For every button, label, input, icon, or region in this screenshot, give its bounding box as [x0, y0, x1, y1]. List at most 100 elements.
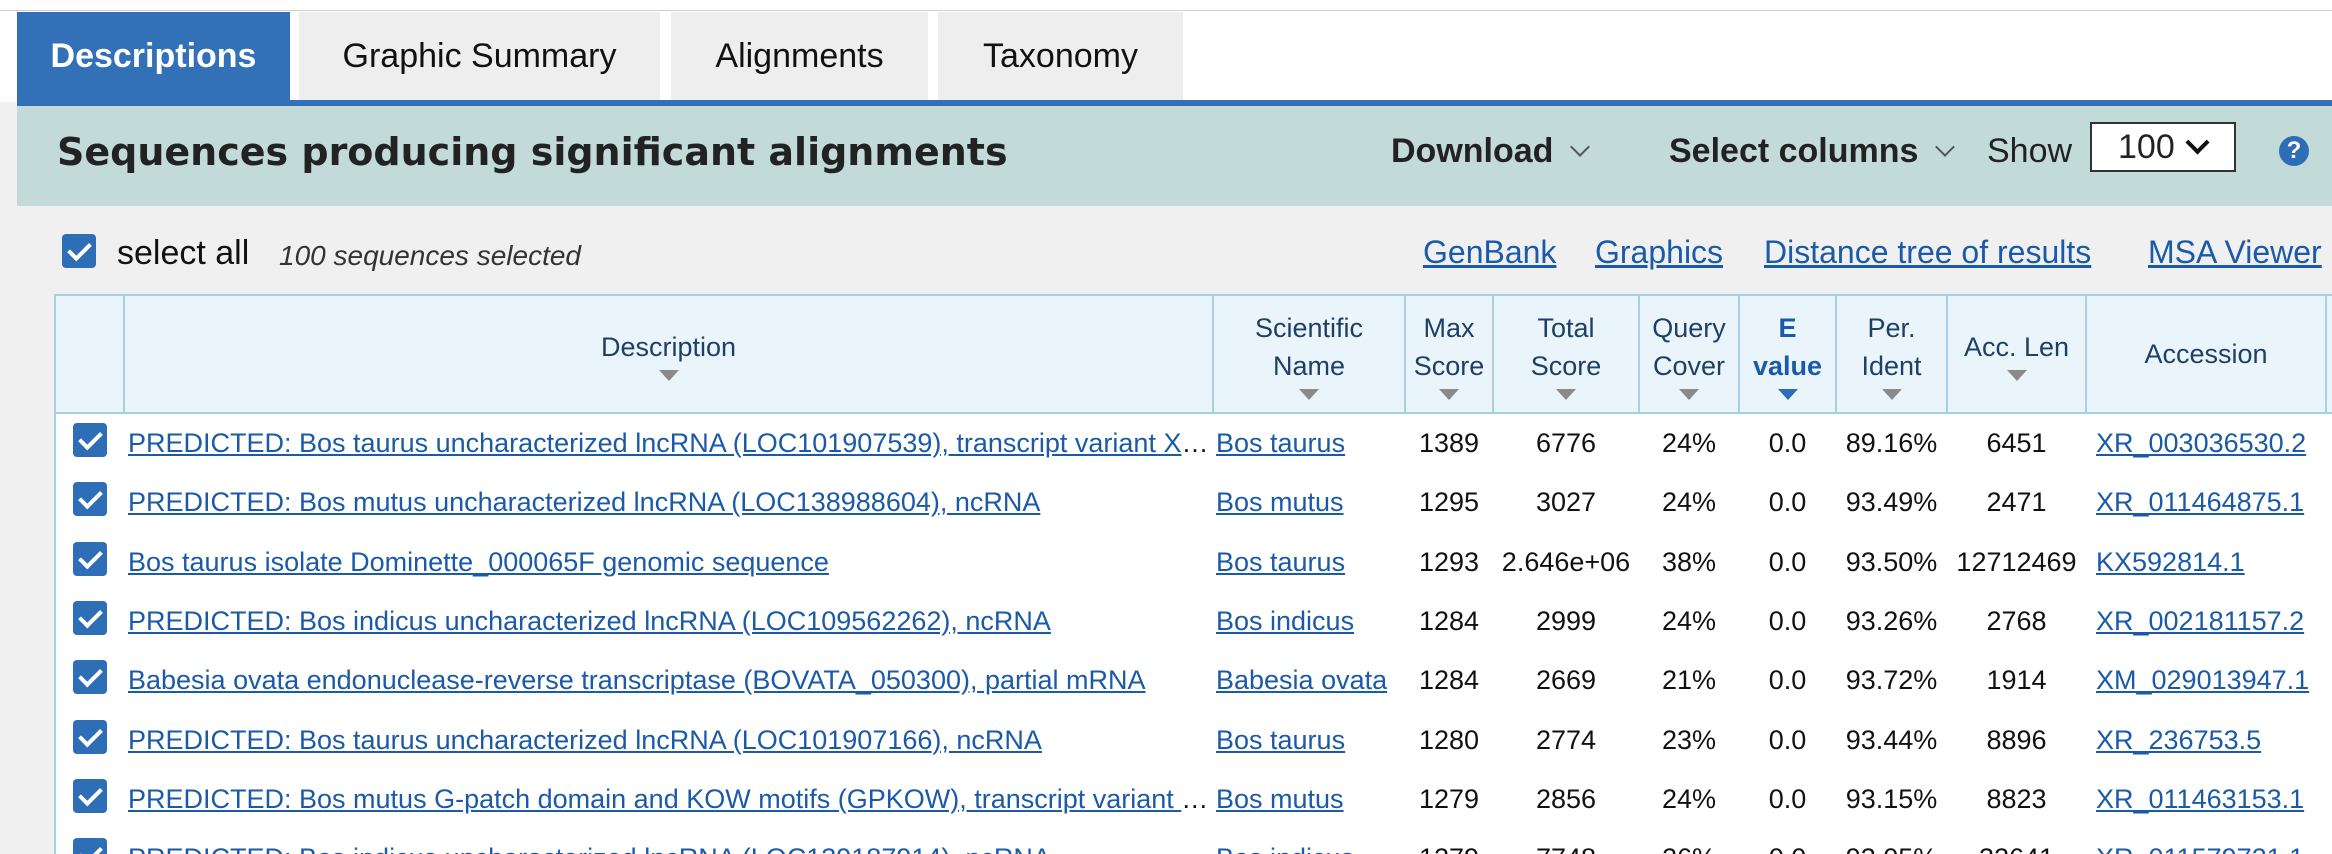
- table-header-row: Description Scientific Name Max Score Tota…: [56, 296, 2332, 414]
- per-ident-cell: 89.16%: [1845, 428, 1938, 459]
- scientific-name-link[interactable]: Bos taurus: [1216, 725, 1345, 755]
- tab-descriptions[interactable]: Descriptions: [17, 12, 290, 101]
- query-cover-cell: 24%: [1661, 428, 1717, 459]
- accession-link[interactable]: XR_011579721.1: [2096, 843, 2304, 854]
- header-cover-label-2: Cover: [1652, 350, 1726, 381]
- scientific-name-link[interactable]: Babesia ovata: [1216, 665, 1387, 695]
- acc-len-cell: 2471: [1986, 487, 2047, 518]
- scientific-name-link[interactable]: Bos mutus: [1216, 784, 1344, 814]
- header-query-cover[interactable]: Query Cover: [1639, 296, 1740, 414]
- query-cover-cell: 24%: [1661, 783, 1717, 814]
- graphics-link[interactable]: Graphics: [1595, 234, 1723, 271]
- tab-descriptions-label: Descriptions: [50, 37, 257, 75]
- row-checkbox[interactable]: [73, 719, 107, 754]
- table-row: PREDICTED: Bos indicus uncharacterized l…: [56, 592, 2332, 651]
- accession-cell: XR_011463153.1: [2086, 770, 2326, 829]
- table-row: PREDICTED: Bos taurus uncharacterized ln…: [56, 413, 2332, 473]
- header-total-score[interactable]: Total Score: [1493, 296, 1640, 414]
- spacer-cell: [2326, 592, 2332, 651]
- header-acc-len[interactable]: Acc. Len: [1947, 296, 2087, 414]
- header-per-ident[interactable]: Per. Ident: [1836, 296, 1948, 414]
- accession-link[interactable]: XR_236753.5: [2096, 725, 2261, 755]
- genbank-link[interactable]: GenBank: [1423, 234, 1556, 271]
- select-columns-label: Select columns: [1669, 132, 1919, 170]
- acc-len-cell: 2768: [1986, 606, 2047, 637]
- msa-viewer-link[interactable]: MSA Viewer: [2148, 234, 2322, 271]
- show-label: Show: [1987, 132, 2073, 170]
- query-cover-cell: 21%: [1661, 665, 1717, 696]
- description-link[interactable]: Bos taurus isolate Dominette_000065F gen…: [128, 547, 829, 577]
- tab-graphic-summary[interactable]: Graphic Summary: [299, 12, 660, 101]
- description-link[interactable]: Babesia ovata endonuclease-reverse trans…: [128, 665, 1146, 695]
- header-scientific-name[interactable]: Scientific Name: [1213, 296, 1406, 414]
- accession-link[interactable]: XM_029013947.1: [2096, 665, 2309, 695]
- sort-arrow-icon: [1556, 388, 1576, 400]
- accession-link[interactable]: XR_011463153.1: [2096, 784, 2304, 814]
- tab-alignments-label: Alignments: [715, 37, 884, 75]
- row-checkbox[interactable]: [73, 482, 107, 517]
- select-columns-dropdown[interactable]: Select columns: [1669, 132, 1956, 171]
- select-all-checkbox[interactable]: [62, 234, 96, 268]
- sort-arrow-icon: [1679, 388, 1699, 400]
- spacer-cell: [2326, 710, 2332, 769]
- description-link[interactable]: PREDICTED: Bos indicus uncharacterized l…: [128, 606, 1051, 636]
- scientific-name-link[interactable]: Bos taurus: [1216, 428, 1345, 458]
- row-checkbox[interactable]: [73, 423, 107, 458]
- accession-cell: KX592814.1: [2086, 533, 2326, 592]
- accession-link[interactable]: XR_011464875.1: [2096, 487, 2304, 517]
- e-value-cell: 0.0: [1768, 546, 1807, 577]
- tab-alignments[interactable]: Alignments: [671, 12, 928, 101]
- sort-arrow-icon: [2006, 369, 2027, 381]
- scientific-name-link[interactable]: Bos indicus: [1216, 843, 1354, 854]
- scientific-name-link[interactable]: Bos taurus: [1216, 547, 1345, 577]
- accession-link[interactable]: XR_003036530.2: [2096, 428, 2306, 458]
- tab-taxonomy[interactable]: Taxonomy: [938, 12, 1183, 101]
- header-max-score[interactable]: Max Score: [1405, 296, 1494, 414]
- row-checkbox[interactable]: [73, 601, 107, 636]
- results-toolbar: Sequences producing significant alignmen…: [17, 106, 2332, 206]
- row-checkbox[interactable]: [73, 778, 107, 813]
- description-link[interactable]: PREDICTED: Bos mutus uncharacterized lnc…: [128, 487, 1040, 517]
- help-icon[interactable]: ?: [2279, 136, 2309, 166]
- scientific-name-link[interactable]: Bos indicus: [1216, 606, 1354, 636]
- description-link[interactable]: PREDICTED: Bos mutus G-patch domain and …: [128, 784, 1213, 814]
- e-value-cell: 0.0: [1768, 783, 1807, 814]
- description-cell: PREDICTED: Bos mutus G-patch domain and …: [124, 770, 1213, 829]
- row-checkbox[interactable]: [73, 541, 107, 576]
- row-checkbox-cell: [56, 651, 124, 710]
- total-score-cell: 3027: [1535, 487, 1597, 518]
- results-table-container: Description Scientific Name Max Score Tota…: [54, 294, 2332, 854]
- scientific-name-cell: Bos taurus: [1213, 710, 1405, 769]
- query-cover-cell: 23%: [1661, 724, 1717, 755]
- header-e-value[interactable]: Evalue: [1739, 296, 1837, 414]
- max-score-cell: 1280: [1418, 724, 1480, 755]
- e-value-cell: 0.0: [1768, 428, 1807, 459]
- accession-link[interactable]: KX592814.1: [2096, 547, 2245, 577]
- row-checkbox-cell: [56, 710, 124, 769]
- header-accession[interactable]: Accession: [2086, 296, 2327, 414]
- accession-link[interactable]: XR_002181157.2: [2096, 606, 2304, 636]
- description-link[interactable]: PREDICTED: Bos taurus uncharacterized ln…: [128, 428, 1213, 458]
- row-checkbox-cell: [56, 533, 124, 592]
- scientific-name-cell: Babesia ovata: [1213, 651, 1405, 710]
- download-dropdown[interactable]: Download: [1391, 132, 1591, 171]
- accession-cell: XR_011579721.1: [2086, 829, 2326, 854]
- header-cover-label-1: Query: [1652, 312, 1726, 343]
- table-row: PREDICTED: Bos indicus uncharacterized l…: [56, 829, 2332, 854]
- description-link[interactable]: PREDICTED: Bos taurus uncharacterized ln…: [128, 725, 1042, 755]
- e-value-cell: 0.0: [1768, 606, 1807, 637]
- description-cell: Babesia ovata endonuclease-reverse trans…: [124, 651, 1213, 710]
- show-count-select[interactable]: 100: [2090, 122, 2236, 172]
- description-link[interactable]: PREDICTED: Bos indicus uncharacterized l…: [128, 843, 1051, 854]
- header-description[interactable]: Description: [124, 296, 1214, 414]
- description-cell: PREDICTED: Bos indicus uncharacterized l…: [124, 592, 1213, 651]
- total-score-cell: 2856: [1535, 783, 1597, 814]
- header-ident-label-2: Ident: [1861, 350, 1922, 381]
- scientific-name-link[interactable]: Bos mutus: [1216, 487, 1344, 517]
- header-max-label-2: Score: [1413, 350, 1485, 381]
- row-checkbox[interactable]: [73, 660, 107, 695]
- max-score-cell: 1293: [1418, 546, 1480, 577]
- distance-tree-link[interactable]: Distance tree of results: [1764, 234, 2091, 271]
- scientific-name-cell: Bos mutus: [1213, 473, 1405, 532]
- accession-cell: XR_236753.5: [2086, 710, 2326, 769]
